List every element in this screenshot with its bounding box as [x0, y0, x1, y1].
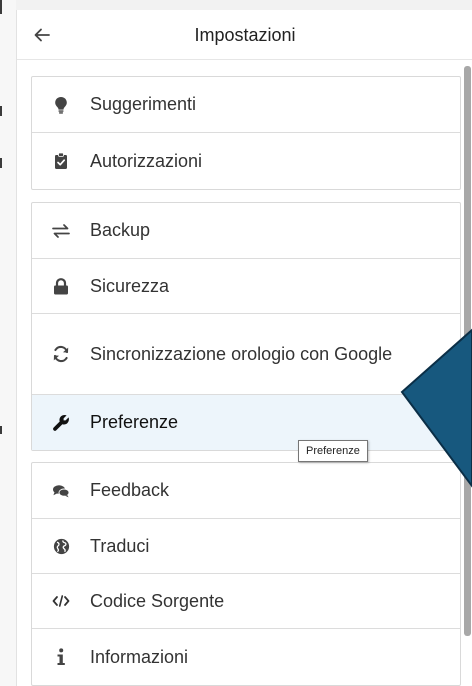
code-icon [32, 595, 90, 607]
settings-panel: Impostazioni Suggerimenti Autorizzazioni… [16, 10, 472, 686]
menu-item-label: Suggerimenti [90, 94, 197, 114]
arrow-left-icon [34, 28, 50, 42]
menu-item-informazioni[interactable]: Informazioni [32, 629, 460, 685]
edge-mark [0, 0, 2, 14]
menu-item-label: Preferenze [90, 412, 179, 432]
menu-item-feedback[interactable]: Feedback [32, 463, 460, 519]
menu-item-label: Sicurezza [90, 275, 170, 296]
menu-item-label: Feedback [90, 480, 170, 500]
clipboard-check-icon [32, 152, 90, 170]
menu-item-preferenze[interactable]: Preferenze [32, 395, 460, 450]
menu-item-label: Autorizzazioni [90, 150, 203, 171]
menu-item-sincronizzazione[interactable]: Sincronizzazione orologio con Google [32, 314, 460, 395]
settings-group-info: Suggerimenti Autorizzazioni [31, 76, 461, 190]
globe-icon [32, 538, 90, 555]
scrollbar-thumb[interactable] [464, 66, 471, 636]
menu-item-sicurezza[interactable]: Sicurezza [32, 259, 460, 314]
comments-icon [32, 484, 90, 498]
edge-mark [0, 106, 2, 116]
menu-item-autorizzazioni[interactable]: Autorizzazioni [32, 133, 460, 189]
settings-group-about: Feedback Traduci Codice Sorgente Informa… [31, 462, 461, 686]
settings-header: Impostazioni [17, 10, 472, 60]
menu-item-label: Informazioni [90, 646, 189, 667]
back-button[interactable] [27, 20, 57, 50]
page-title: Impostazioni [194, 25, 296, 45]
background-window-edge [0, 0, 16, 686]
lightbulb-icon [32, 96, 90, 114]
sync-icon [32, 345, 90, 363]
menu-item-backup[interactable]: Backup [32, 203, 460, 259]
menu-item-codice-sorgente[interactable]: Codice Sorgente [32, 574, 460, 629]
info-icon [32, 648, 90, 666]
tooltip: Preferenze [298, 440, 368, 462]
edge-mark [0, 158, 2, 168]
menu-item-label: Codice Sorgente [90, 590, 225, 611]
menu-item-label: Backup [90, 220, 151, 240]
settings-group-data: Backup Sicurezza Sincronizzazione orolog… [31, 202, 461, 451]
menu-item-label: Sincronizzazione orologio con Google [90, 343, 393, 364]
wrench-icon [32, 414, 90, 432]
lock-icon [32, 277, 90, 295]
menu-item-suggerimenti[interactable]: Suggerimenti [32, 77, 460, 133]
menu-item-traduci[interactable]: Traduci [32, 519, 460, 574]
exchange-icon [32, 223, 90, 238]
edge-mark [0, 426, 2, 434]
menu-item-label: Traduci [90, 535, 150, 556]
